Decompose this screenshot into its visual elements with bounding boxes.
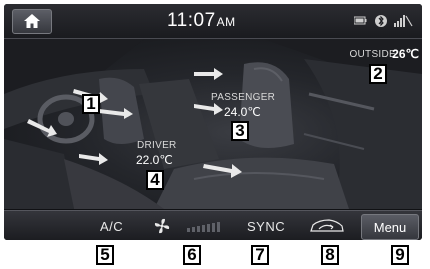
driver-label: DRIVER bbox=[137, 140, 177, 151]
callout-6: 6 bbox=[183, 245, 201, 265]
recirculation-icon bbox=[310, 219, 344, 232]
callout-7: 7 bbox=[251, 245, 269, 265]
outside-temp: 26℃ bbox=[392, 47, 419, 61]
bluetooth-icon bbox=[375, 15, 387, 27]
outside-label: OUTSIDE bbox=[349, 49, 396, 60]
callout-1: 1 bbox=[82, 94, 100, 114]
climate-screen: 11:07AM OUTSIDE 26℃ PASSENGER 24.0℃ DRIV… bbox=[4, 4, 422, 240]
climate-control-bar: A/C SYNC Menu bbox=[4, 210, 422, 240]
ac-button[interactable]: A/C bbox=[100, 219, 123, 234]
signal-icon bbox=[394, 15, 413, 27]
home-button[interactable] bbox=[12, 9, 52, 34]
callout-9: 9 bbox=[391, 245, 409, 265]
clock-ampm: AM bbox=[216, 15, 236, 29]
callout-5: 5 bbox=[96, 245, 114, 265]
battery-icon bbox=[353, 16, 367, 25]
fan-speed-control[interactable] bbox=[152, 216, 232, 236]
fan-icon bbox=[154, 218, 170, 234]
menu-button[interactable]: Menu bbox=[361, 214, 419, 240]
passenger-temp[interactable]: 24.0℃ bbox=[224, 105, 261, 119]
status-bar: 11:07AM bbox=[4, 4, 422, 39]
fan-level-bars bbox=[187, 222, 220, 232]
callout-8: 8 bbox=[321, 245, 339, 265]
status-icons bbox=[353, 13, 414, 29]
callout-4: 4 bbox=[146, 170, 164, 190]
callout-2: 2 bbox=[369, 64, 387, 84]
passenger-label: PASSENGER bbox=[211, 92, 276, 103]
callout-3: 3 bbox=[231, 121, 249, 141]
sync-button[interactable]: SYNC bbox=[247, 219, 285, 234]
clock-time: 11:07 bbox=[167, 10, 216, 31]
car-interior-illustration bbox=[4, 39, 422, 209]
home-icon bbox=[24, 14, 40, 28]
recirculation-button[interactable] bbox=[307, 216, 347, 236]
car-interior-view: OUTSIDE 26℃ PASSENGER 24.0℃ DRIVER 22.0℃ bbox=[4, 39, 422, 209]
clock: 11:07AM bbox=[167, 10, 236, 32]
driver-temp[interactable]: 22.0℃ bbox=[136, 153, 173, 167]
